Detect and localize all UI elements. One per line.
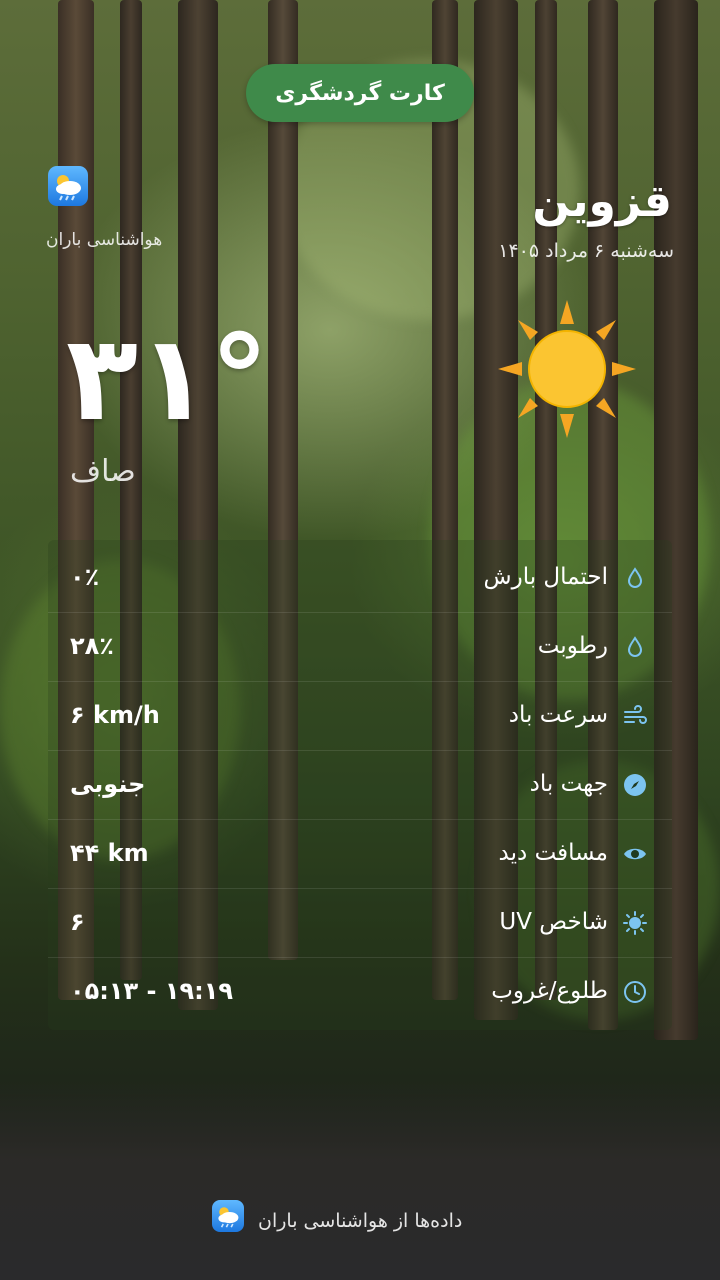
city-name: قزوین — [532, 176, 672, 227]
detail-value: ۶ — [70, 908, 85, 936]
detail-row-wind-speed: سرعت باد ۶ km/h — [48, 681, 672, 751]
detail-label: شاخص UV — [499, 909, 608, 935]
brand-name: هواشناسی باران — [46, 230, 163, 250]
detail-label: مسافت دید — [498, 840, 608, 866]
current-temperature: ۳۱° — [66, 309, 270, 447]
clock-icon — [622, 979, 648, 1005]
sun-icon — [494, 296, 640, 442]
detail-row-uv-index: شاخص UV ۶ — [48, 888, 672, 958]
eye-icon — [622, 841, 648, 867]
detail-row-humidity: رطوبت ۲۸٪ — [48, 612, 672, 682]
rain-cloud-app-icon — [48, 166, 88, 206]
detail-value: جنوبی — [70, 770, 146, 798]
weather-condition: صاف — [70, 454, 136, 489]
detail-row-wind-direction: جهت باد جنوبی — [48, 750, 672, 820]
sun-small-icon — [622, 910, 648, 936]
tourism-card-button[interactable]: کارت گردشگری — [246, 64, 474, 122]
rain-cloud-app-icon — [212, 1200, 244, 1232]
detail-row-visibility: مسافت دید ۴۴ km — [48, 819, 672, 889]
detail-row-precipitation: احتمال بارش ۰٪ — [48, 543, 672, 613]
detail-value: ۶ km/h — [70, 701, 160, 729]
tourism-card-label: کارت گردشگری — [275, 80, 445, 106]
detail-label: طلوع/غروب — [491, 978, 608, 1004]
droplet-icon — [622, 634, 648, 660]
detail-label: جهت باد — [529, 771, 608, 797]
detail-label: رطوبت — [537, 633, 608, 659]
detail-value: ۲۸٪ — [70, 632, 114, 660]
current-date: سه‌شنبه ۶ مرداد ۱۴۰۵ — [498, 240, 674, 262]
data-source-credit: داده‌ها از هواشناسی باران — [258, 1210, 463, 1232]
detail-value: ۴۴ km — [70, 839, 149, 867]
compass-icon — [622, 772, 648, 798]
detail-label: احتمال بارش — [483, 564, 608, 590]
wind-icon — [622, 703, 648, 729]
detail-value: ۰۵:۱۳ - ۱۹:۱۹ — [70, 977, 234, 1005]
droplet-icon — [622, 565, 648, 591]
detail-row-sunrise-sunset: طلوع/غروب ۰۵:۱۳ - ۱۹:۱۹ — [48, 957, 672, 1026]
weather-details-panel: احتمال بارش ۰٪ رطوبت ۲۸٪ سرعت باد ۶ km/h… — [48, 540, 672, 1030]
detail-value: ۰٪ — [70, 563, 100, 591]
detail-label: سرعت باد — [508, 702, 608, 728]
